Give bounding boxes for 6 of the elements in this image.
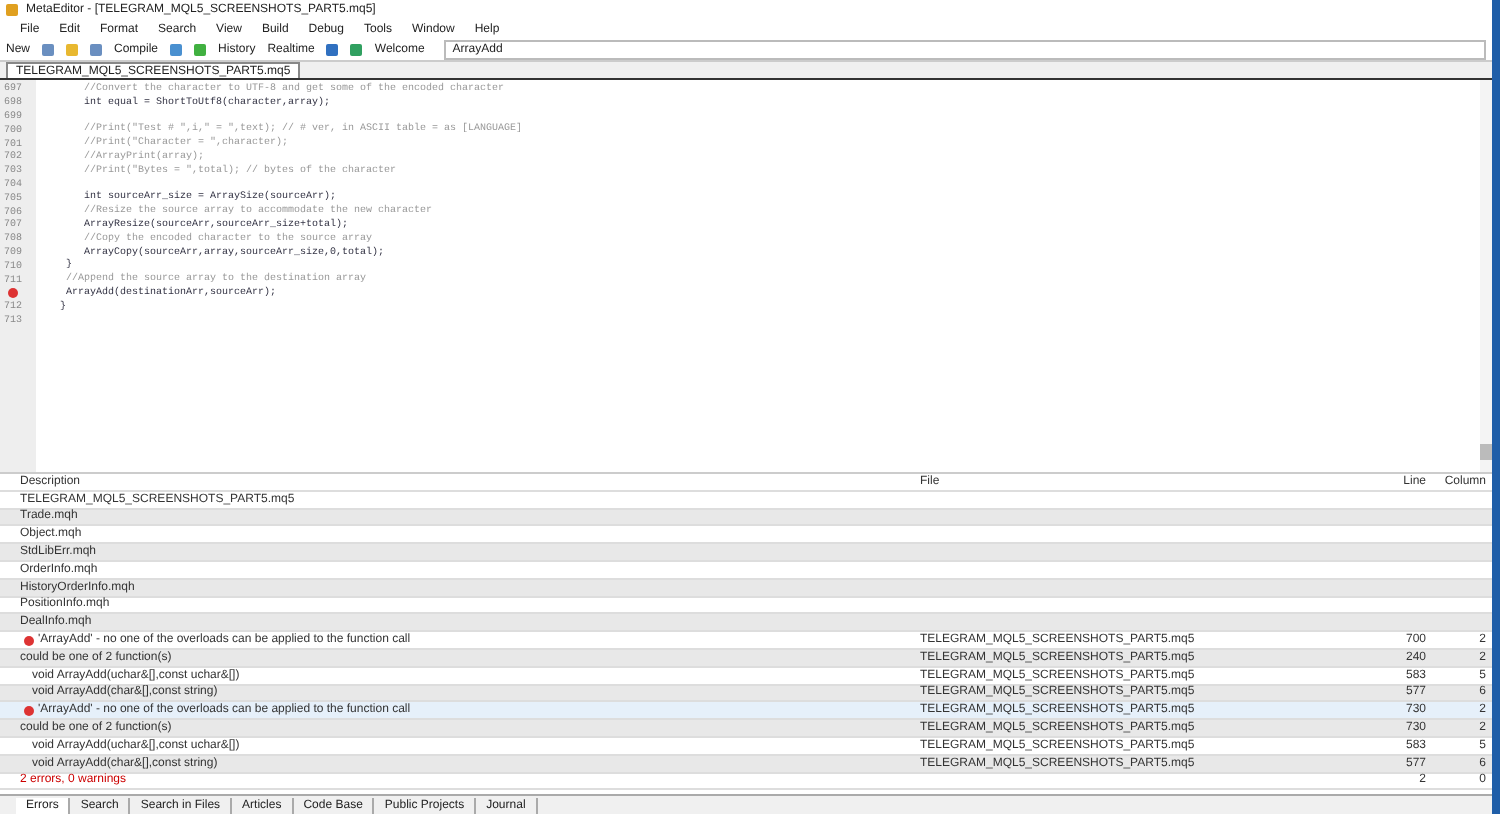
error-icon: [24, 635, 34, 646]
error-icon: [8, 287, 18, 298]
error-icon: [24, 705, 34, 716]
scrollbar-thumb[interactable]: [1480, 444, 1492, 460]
toolbar-icon[interactable]: [42, 43, 55, 55]
toolbar-icon[interactable]: [90, 43, 103, 55]
